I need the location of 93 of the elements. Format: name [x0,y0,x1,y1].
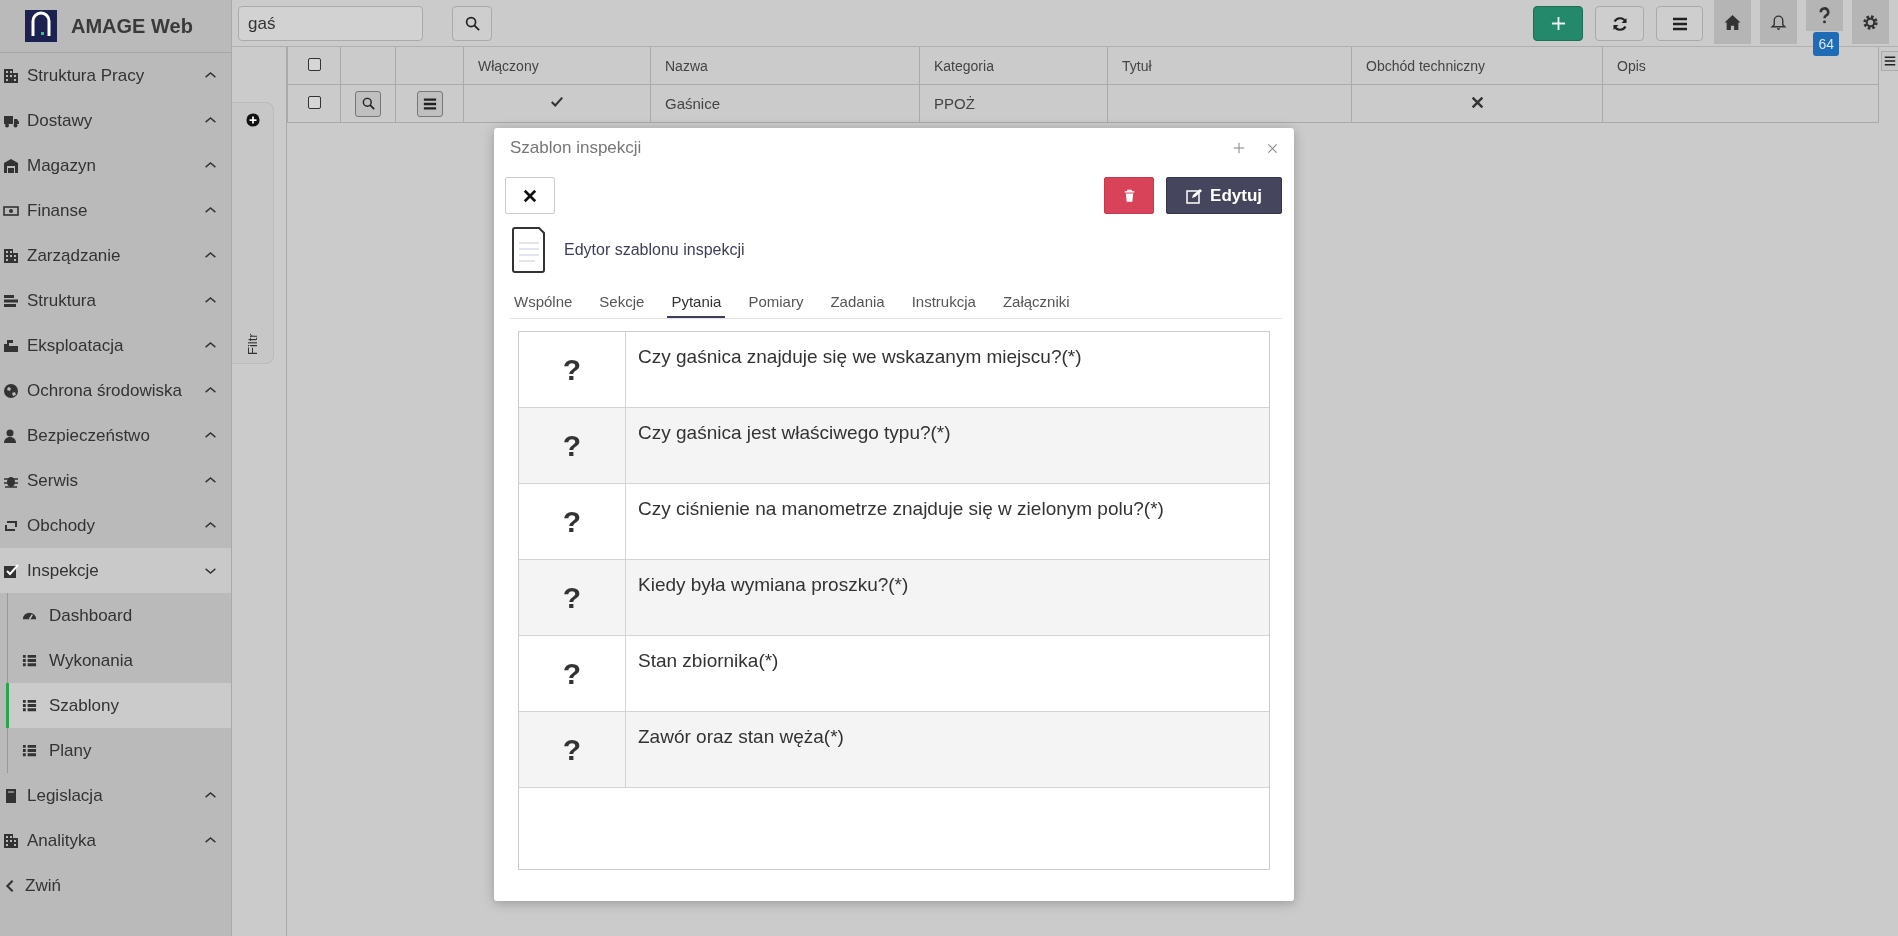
view-button[interactable] [355,90,381,117]
document-icon [512,227,546,273]
building-icon [3,832,19,849]
menu-item[interactable]: Bezpieczeństwo [0,413,231,458]
home-button[interactable] [1714,0,1751,44]
logo-icon [25,10,57,42]
filter-label: Filtr [245,333,260,355]
editor-subtitle: Edytor szablonu inspekcji [564,241,745,259]
home-icon [1724,13,1741,31]
tab[interactable]: Pomiary [744,285,808,318]
menu-item[interactable]: Ochrona środowiska [0,368,231,413]
checkbox-icon [3,562,19,579]
menu-item[interactable]: Dostawy [0,98,231,143]
refresh-icon [1611,15,1628,32]
layers-icon [3,292,19,309]
plus-icon [1550,16,1566,31]
menu-item[interactable]: Zarządzanie [0,233,231,278]
column-header[interactable]: Tytuł [1108,57,1152,74]
list-icon [22,653,37,668]
refresh-button[interactable] [1595,6,1644,41]
submenu-item[interactable]: Dashboard [6,593,231,638]
question-text[interactable]: Czy gaśnica znajduje się we wskazanym miejscu?(*) [626,332,1094,407]
tab[interactable]: Wspólne [510,285,577,318]
delete-button[interactable] [1104,177,1155,214]
menu-item[interactable]: Finanse [0,188,231,233]
column-header[interactable]: Kategoria [920,57,994,74]
settings-button[interactable] [1852,0,1889,44]
add-button[interactable] [1533,6,1583,41]
store-icon [3,157,19,174]
machine-icon [3,337,19,354]
bell-button[interactable] [1760,0,1797,44]
submenu-item[interactable]: Szablony [6,683,231,728]
search-icon [361,97,375,110]
trash-icon [1122,188,1136,203]
filter-panel[interactable]: Filtr [232,102,274,364]
building-icon [3,247,19,264]
row-menu-button[interactable] [416,90,443,117]
tab[interactable]: Załączniki [998,285,1074,318]
add-circle-icon [245,113,260,127]
column-menu-button[interactable] [1881,51,1898,71]
column-header[interactable]: Włączony [464,57,539,74]
edit-button[interactable]: Edytuj [1166,177,1282,214]
menu-icon [1884,55,1896,67]
settings-icon [1862,13,1879,31]
cancel-button[interactable] [505,177,555,214]
tab[interactable]: Zadania [826,285,889,318]
table-cell-text: Gaśnice [664,95,721,112]
tab[interactable]: Pytania [667,285,726,318]
plus-icon [1233,142,1245,154]
menu-item[interactable]: Serwis [0,458,231,503]
column-header[interactable]: Opis [1603,57,1646,74]
globe-icon [3,382,19,399]
tab[interactable]: Instrukcja [907,285,980,318]
table-cell-text: PPOŻ [933,95,975,112]
close-icon [1267,142,1278,154]
close-icon [523,188,537,203]
menu-item[interactable]: Inspekcje [0,548,231,593]
app-name: AMAGE Web [71,14,193,38]
collapse-link[interactable]: Zwiń [0,863,231,908]
submenu-item[interactable]: Plany [6,728,231,773]
search-icon [464,16,480,31]
search-button[interactable] [452,6,492,41]
list-icon [22,743,37,758]
checkbox[interactable] [307,57,321,71]
tab[interactable]: Sekcje [595,285,649,318]
notification-badge: 64 [1813,32,1839,56]
edit-icon [1186,187,1203,204]
menu-button[interactable] [1656,6,1703,41]
building-icon [3,67,19,84]
help-button[interactable] [1806,0,1843,31]
list-icon [22,698,37,713]
menu-icon [422,96,437,111]
menu-item[interactable]: Magazyn [0,143,231,188]
column-header[interactable]: Nazwa [651,57,708,74]
menu-item[interactable]: Analityka [0,818,231,863]
question-text[interactable]: Czy ciśnienie na manometrze znajduje się w zielonym polu?(*) [626,484,1176,559]
menu-item[interactable]: Legislacja [0,773,231,818]
question-text[interactable]: Stan zbiornika(*) [626,636,791,711]
menu-item[interactable]: Eksploatacja [0,323,231,368]
search-field[interactable]: gaś [238,6,423,41]
question-text[interactable]: Czy gaśnica jest właściwego typu?(*) [626,408,963,483]
menu-item[interactable]: Struktura [0,278,231,323]
submenu-item[interactable]: Wykonania [6,638,231,683]
bell-icon [1770,13,1787,31]
menu-item[interactable]: Struktura Pracy [0,53,231,98]
menu-icon [1670,15,1689,32]
menu-item[interactable]: Obchody [0,503,231,548]
dialog-title: Szablon inspekcji [510,138,643,158]
user-icon [3,427,19,444]
question-text[interactable]: Zawór oraz stan węża(*) [626,712,856,787]
question-text[interactable]: Kiedy była wymiana proszku?(*) [626,560,921,635]
checkbox[interactable] [307,96,321,109]
book-icon [3,787,19,804]
